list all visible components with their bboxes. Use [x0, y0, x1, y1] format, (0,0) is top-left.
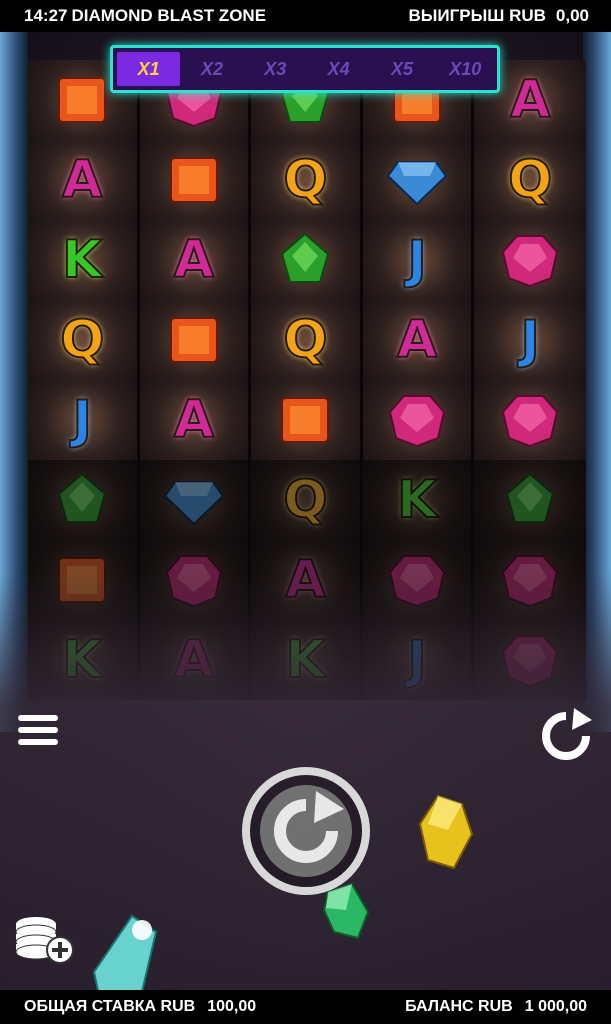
symbol-j: J: [406, 230, 427, 290]
symbol-q: Q: [59, 310, 105, 370]
game-title: DIAMOND BLAST ZONE: [71, 6, 267, 25]
refresh-icon: [542, 708, 592, 760]
win-value: 0,00: [555, 6, 589, 25]
total-bet-label: ОБЩАЯ СТАВКА RUB: [24, 998, 196, 1015]
footer-bar: ОБЩАЯ СТАВКА RUB 100,00 БАЛАНС RUB 1 000…: [0, 990, 611, 1024]
reel-cell: Q: [251, 460, 360, 540]
reel-cell: [362, 380, 472, 460]
reel-cell: [362, 140, 472, 220]
orange-gem-icon: [169, 317, 218, 363]
yellow-gem-icon: [418, 794, 474, 870]
symbol-j: J: [519, 310, 540, 370]
reel-cell: [251, 220, 360, 300]
reel-cell: K: [362, 460, 472, 540]
bet-button[interactable]: [14, 914, 78, 968]
reel-cell: Q: [474, 140, 586, 220]
win-label: ВЫИГРЫШ RUB: [408, 6, 546, 25]
cyan-crystal-icon: [92, 914, 158, 990]
reel-cell: J: [28, 380, 137, 460]
reel-cell: K: [28, 220, 137, 300]
autoplay-button[interactable]: [536, 706, 596, 766]
symbol-a: A: [61, 150, 103, 210]
multiplier-x4: X4: [327, 58, 350, 79]
reel-cell: Q: [251, 140, 360, 220]
reel-cell: [474, 380, 586, 460]
orange-gem-icon: [58, 77, 107, 123]
symbol-k: K: [396, 470, 438, 530]
reel-cell: [251, 380, 360, 460]
reel-cell: [139, 300, 249, 380]
reel-cell: A: [362, 300, 472, 380]
multiplier-x1: X1: [117, 52, 181, 86]
green-gem-icon: [506, 472, 555, 523]
total-bet-value: 100,00: [207, 998, 257, 1015]
multiplier-x3: X3: [264, 58, 287, 79]
symbol-k: K: [61, 230, 103, 290]
green-gem-icon: [281, 232, 330, 283]
clock: 14:27: [24, 6, 68, 25]
reel-cell: [28, 460, 137, 540]
symbol-a: A: [173, 230, 215, 290]
symbol-a: A: [509, 70, 551, 130]
balance-label: БАЛАНС RUB: [405, 998, 513, 1015]
symbol-j: J: [72, 390, 93, 450]
multiplier-x2: X2: [200, 58, 223, 79]
reel-cell: Q: [28, 300, 137, 380]
coins-plus-icon: [15, 917, 74, 964]
reel-cell: [139, 460, 249, 540]
symbol-a: A: [396, 310, 438, 370]
reel-cell: J: [474, 300, 586, 380]
reel-cell: [474, 460, 586, 540]
symbol-q: Q: [282, 310, 328, 370]
reel-cell: A: [28, 140, 137, 220]
orange-gem-icon: [169, 157, 218, 203]
symbol-q: Q: [282, 470, 328, 530]
multiplier-bar: X1 X2 X3 X4 X5 X10: [110, 45, 500, 93]
symbol-q: Q: [282, 150, 328, 210]
hamburger-icon: [18, 715, 58, 721]
pink-gem-icon: [502, 395, 559, 448]
reel-cell: [139, 140, 249, 220]
blue-diamond-icon: [386, 161, 448, 206]
symbol-q: Q: [507, 150, 553, 210]
menu-button[interactable]: [18, 715, 58, 751]
spin-button[interactable]: [240, 765, 372, 897]
reel-cell: A: [139, 380, 249, 460]
multiplier-x5: X5: [390, 58, 413, 79]
pink-gem-icon: [389, 395, 446, 448]
blue-diamond-icon: [163, 481, 225, 526]
balance-value: 1 000,00: [524, 998, 587, 1015]
orange-gem-icon: [281, 397, 330, 443]
status-bar: 14:27 DIAMOND BLAST ZONE ВЫИГРЫШ RUB 0,0…: [0, 0, 611, 32]
multiplier-x10: X10: [449, 58, 482, 79]
reel-cell: [474, 220, 586, 300]
pink-gem-icon: [502, 235, 559, 288]
reel-cell: J: [362, 220, 472, 300]
symbol-a: A: [173, 390, 215, 450]
green-gem-icon: [58, 472, 107, 523]
reel-cell: A: [139, 220, 249, 300]
reel-cell: Q: [251, 300, 360, 380]
